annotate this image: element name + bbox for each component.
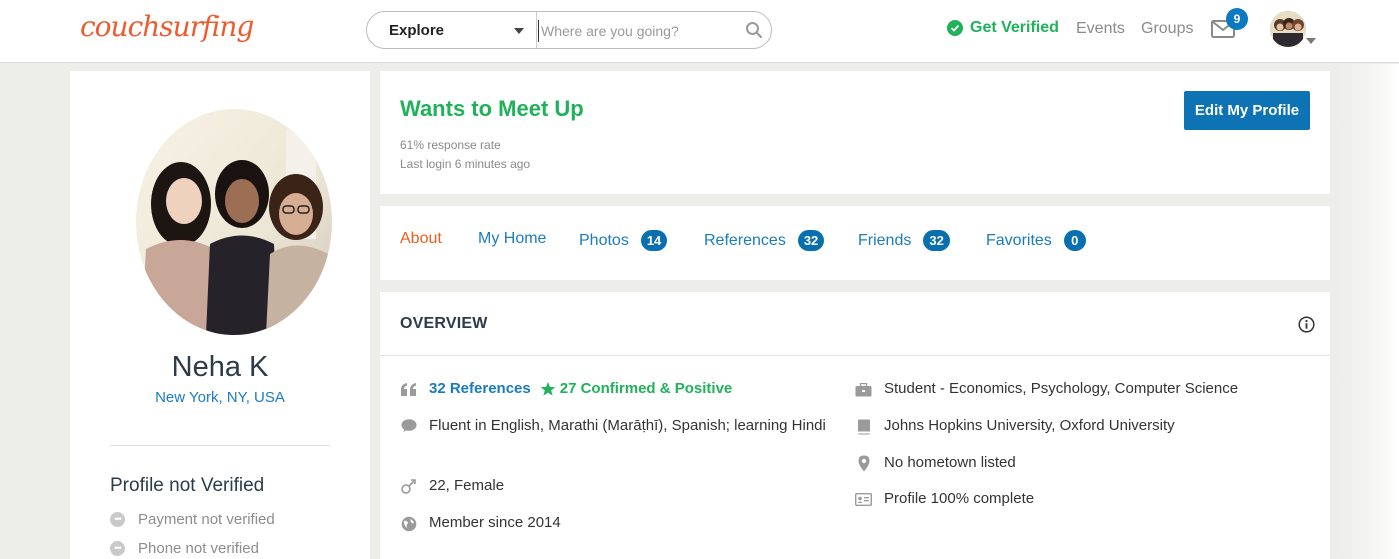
profile-completeness-text: Profile 100% complete bbox=[884, 490, 1035, 507]
tab-label: About bbox=[400, 230, 442, 247]
tab-label: References bbox=[704, 231, 786, 249]
couchsurfing-logo[interactable]: couchsurfing bbox=[80, 10, 254, 43]
profile-tabs-card: About My Home Photos 14 References 32 Fr… bbox=[380, 206, 1330, 280]
hometown-text: No hometown listed bbox=[884, 454, 1016, 471]
profile-completeness-item: Profile 100% complete bbox=[855, 490, 1034, 508]
search-bar: Explore bbox=[366, 11, 772, 49]
confirmed-positive-label: 27 Confirmed & Positive bbox=[559, 380, 733, 397]
response-rate: 61% response rate bbox=[400, 138, 501, 152]
tab-favorites[interactable]: Favorites 0 bbox=[986, 230, 1086, 251]
page-edge-shadow bbox=[1336, 64, 1399, 559]
nav-groups-link[interactable]: Groups bbox=[1141, 20, 1193, 38]
education-item: Johns Hopkins University, Oxford Univers… bbox=[855, 417, 1175, 435]
tab-label: Favorites bbox=[986, 231, 1052, 249]
occupation-text: Student - Economics, Psychology, Compute… bbox=[884, 380, 1239, 397]
payment-verification-label: Payment not verified bbox=[138, 511, 275, 528]
profile-name: Neha K bbox=[171, 351, 269, 383]
overview-header: OVERVIEW bbox=[380, 292, 1330, 356]
member-since-text: Member since 2014 bbox=[429, 514, 561, 531]
overview-card: OVERVIEW 32 References 27 Confirmed & Po… bbox=[380, 292, 1330, 559]
location-pin-icon bbox=[855, 455, 872, 472]
languages-item: Fluent in English, Marathi (Marāṭhī), Sp… bbox=[400, 414, 839, 438]
tab-label: Friends bbox=[858, 231, 912, 249]
meetup-status-title: Wants to Meet Up bbox=[400, 96, 584, 121]
get-verified-label: Get Verified bbox=[970, 19, 1059, 36]
ellipsis-icon: ••• bbox=[110, 512, 125, 527]
verification-status-title: Profile not Verified bbox=[110, 475, 265, 496]
profile-photo[interactable] bbox=[136, 109, 332, 335]
tab-photos[interactable]: Photos 14 bbox=[579, 230, 668, 251]
user-avatar[interactable] bbox=[1270, 11, 1306, 47]
payment-verification-item: ••• Payment not verified bbox=[110, 511, 275, 528]
mail-count-badge[interactable]: 9 bbox=[1226, 8, 1248, 30]
chevron-down-icon[interactable] bbox=[514, 28, 524, 34]
favorites-count-badge: 0 bbox=[1063, 230, 1086, 251]
destination-search-input[interactable] bbox=[538, 20, 738, 42]
age-gender-item: 22, Female bbox=[400, 477, 504, 495]
phone-verification-label: Phone not verified bbox=[138, 540, 259, 557]
search-icon[interactable] bbox=[745, 21, 763, 39]
friends-count-badge: 32 bbox=[923, 230, 950, 251]
quote-icon bbox=[400, 381, 417, 398]
references-summary: 32 References 27 Confirmed & Positive bbox=[400, 380, 732, 398]
get-verified-link[interactable]: Get Verified bbox=[947, 19, 1059, 37]
tab-label: Photos bbox=[579, 231, 629, 249]
age-gender-text: 22, Female bbox=[429, 477, 505, 494]
hometown-item: No hometown listed bbox=[855, 454, 1016, 472]
speech-bubble-icon bbox=[400, 417, 417, 434]
account-menu-caret-icon[interactable] bbox=[1306, 38, 1316, 44]
languages-text: Fluent in English, Marathi (Marāṭhī), Sp… bbox=[429, 417, 826, 434]
tab-label: My Home bbox=[478, 230, 547, 247]
search-divider bbox=[536, 12, 537, 48]
profile-sidebar-card: Neha K New York, NY, USA Profile not Ver… bbox=[70, 71, 370, 559]
ellipsis-icon: ••• bbox=[110, 541, 125, 556]
overview-title: OVERVIEW bbox=[400, 315, 488, 332]
top-navigation-bar: couchsurfing Explore Get Verified Events… bbox=[0, 0, 1399, 63]
profile-location-link[interactable]: New York, NY, USA bbox=[70, 389, 370, 406]
book-icon bbox=[855, 418, 872, 435]
star-icon bbox=[540, 381, 556, 396]
sidebar-divider bbox=[110, 445, 330, 446]
references-link[interactable]: 32 References bbox=[429, 380, 531, 397]
globe-icon bbox=[400, 515, 417, 532]
occupation-item: Student - Economics, Psychology, Compute… bbox=[855, 380, 1238, 398]
nav-events-link[interactable]: Events bbox=[1076, 20, 1125, 38]
tab-friends[interactable]: Friends 32 bbox=[858, 230, 950, 251]
tab-my-home[interactable]: My Home bbox=[478, 230, 546, 248]
member-since-item: Member since 2014 bbox=[400, 514, 561, 532]
education-text: Johns Hopkins University, Oxford Univers… bbox=[884, 417, 1175, 434]
tab-about[interactable]: About bbox=[400, 230, 442, 248]
tab-references[interactable]: References 32 bbox=[704, 230, 825, 251]
last-login: Last login 6 minutes ago bbox=[400, 157, 531, 171]
confirmed-positive: 27 Confirmed & Positive bbox=[540, 380, 733, 397]
meetup-status-card: Wants to Meet Up 61% response rate Last … bbox=[380, 71, 1330, 194]
info-icon[interactable] bbox=[1298, 316, 1315, 333]
briefcase-icon bbox=[855, 381, 872, 398]
photos-count-badge: 14 bbox=[640, 230, 668, 251]
edit-profile-button[interactable]: Edit My Profile bbox=[1184, 91, 1310, 130]
phone-verification-item: ••• Phone not verified bbox=[110, 540, 259, 557]
check-circle-icon bbox=[947, 20, 963, 36]
explore-dropdown-label[interactable]: Explore bbox=[389, 22, 444, 39]
references-count-badge: 32 bbox=[797, 230, 825, 251]
id-card-icon bbox=[855, 491, 872, 508]
gender-icon bbox=[400, 478, 417, 495]
